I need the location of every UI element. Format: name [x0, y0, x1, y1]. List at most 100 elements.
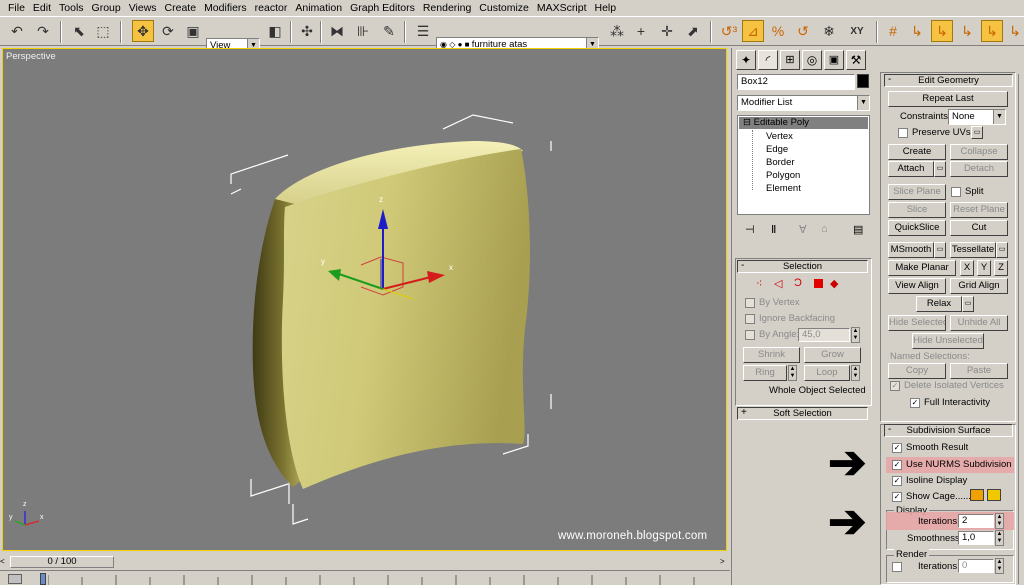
tessellate-settings-icon[interactable]: ▭	[996, 242, 1008, 258]
curve-editor-icon[interactable]: ⁂	[606, 20, 628, 42]
align-icon[interactable]: ⊪	[352, 20, 374, 42]
stack-item-editable-poly[interactable]: ⊟ Editable Poly	[739, 117, 868, 129]
loop-spinner[interactable]: ▲ ▼	[851, 365, 860, 381]
modify-tab-icon[interactable]: ◜	[758, 50, 778, 70]
view-align-button[interactable]: View Align	[888, 278, 946, 294]
collapse-button[interactable]: Collapse	[950, 144, 1008, 160]
msmooth-button[interactable]: MSmooth	[888, 242, 934, 258]
attach-settings-icon[interactable]: ▭	[934, 161, 946, 177]
select-region-icon[interactable]: ⬚	[92, 20, 114, 42]
configure-sets-icon[interactable]: ▤	[853, 223, 863, 236]
make-planar-button[interactable]: Make Planar	[888, 260, 956, 276]
cut-button[interactable]: Cut	[950, 220, 1008, 236]
show-end-result-icon[interactable]: Ⅱ	[771, 223, 776, 236]
smooth-result-checkbox[interactable]: ✓	[892, 443, 902, 453]
xy-constraint-icon[interactable]: XY	[846, 20, 868, 42]
object-name-field[interactable]: Box12	[737, 74, 855, 90]
slider-left-icon[interactable]: <	[0, 557, 5, 566]
preserve-uvs-checkbox[interactable]	[898, 128, 908, 138]
planar-y-button[interactable]: Y	[977, 260, 991, 276]
grid-align-button[interactable]: Grid Align	[950, 278, 1008, 294]
polygon-mode-icon[interactable]	[814, 279, 823, 288]
isoline-display-checkbox[interactable]: ✓	[892, 476, 902, 486]
pin-stack-icon[interactable]: ⊣	[745, 223, 755, 236]
delete-isolated-checkbox[interactable]: ✓	[890, 381, 900, 391]
constraints-dropdown[interactable]: None ▼	[948, 109, 1006, 125]
border-mode-icon[interactable]: Ɔ	[794, 277, 802, 289]
snap-edge-icon[interactable]: ↳	[931, 20, 953, 42]
motion-tab-icon[interactable]: ◎	[802, 50, 822, 70]
perspective-viewport[interactable]: Perspective z x y z x y www.moroneh.blog…	[2, 48, 727, 551]
menu-rendering[interactable]: Rendering	[419, 0, 475, 16]
stack-item-border[interactable]: Border	[766, 157, 795, 168]
slider-right-icon[interactable]: >	[720, 557, 725, 566]
ring-button[interactable]: Ring	[743, 365, 787, 381]
loop-button[interactable]: Loop	[804, 365, 850, 381]
smoothness-input[interactable]: 1,0	[958, 531, 994, 545]
unhide-all-button[interactable]: Unhide All	[950, 315, 1008, 331]
snap-face-icon[interactable]: ↳	[956, 20, 978, 42]
stack-item-element[interactable]: Element	[766, 183, 801, 194]
hide-unselected-button[interactable]: Hide Unselected	[912, 333, 984, 349]
detach-button[interactable]: Detach	[950, 161, 1008, 177]
cage-color-1-swatch[interactable]	[970, 489, 984, 501]
mirror-icon[interactable]: ⧓	[326, 20, 348, 42]
named-selection-icon[interactable]: ✎	[378, 20, 400, 42]
msmooth-settings-icon[interactable]: ▭	[934, 242, 946, 258]
menu-group[interactable]: Group	[88, 0, 125, 16]
shrink-button[interactable]: Shrink	[743, 347, 800, 363]
redo-icon[interactable]: ↷	[32, 20, 54, 42]
reset-plane-button[interactable]: Reset Plane	[950, 202, 1008, 218]
select-manipulate-icon[interactable]: ✣	[296, 20, 318, 42]
make-unique-icon[interactable]: ∀	[799, 223, 807, 236]
menu-maxscript[interactable]: MAXScript	[533, 0, 591, 16]
select-move-icon[interactable]: ✥	[132, 20, 154, 42]
slice-button[interactable]: Slice	[888, 202, 946, 218]
quickslice-button[interactable]: QuickSlice	[888, 220, 946, 236]
full-interactivity-checkbox[interactable]: ✓	[910, 398, 920, 408]
selection-rollout-header[interactable]: - Selection	[737, 260, 868, 273]
menu-reactor[interactable]: reactor	[251, 0, 292, 16]
tessellate-button[interactable]: Tessellate	[950, 242, 996, 258]
repeat-last-button[interactable]: Repeat Last	[888, 91, 1008, 107]
modifier-list-dropdown[interactable]: Modifier List ▼	[737, 95, 870, 111]
relax-button[interactable]: Relax	[916, 296, 962, 312]
paste-button[interactable]: Paste	[950, 363, 1008, 379]
pivot-center-icon[interactable]: ◧	[264, 20, 286, 42]
ignore-backfacing-checkbox[interactable]	[745, 314, 755, 324]
spinner-snap-icon[interactable]: ↺	[792, 20, 814, 42]
select-scale-icon[interactable]: ▣	[182, 20, 204, 42]
grow-button[interactable]: Grow	[804, 347, 861, 363]
create-button[interactable]: Create	[888, 144, 946, 160]
relax-settings-icon[interactable]: ▭	[962, 296, 974, 312]
stack-item-edge[interactable]: Edge	[766, 144, 788, 155]
snap-pivot-icon[interactable]: ↳	[981, 20, 1003, 42]
percent-snap-icon[interactable]: %	[767, 20, 789, 42]
subdivision-surface-header[interactable]: - Subdivision Surface	[884, 424, 1013, 437]
menu-file[interactable]: File	[4, 0, 29, 16]
select-rotate-icon[interactable]: ⟳	[157, 20, 179, 42]
planar-z-button[interactable]: Z	[994, 260, 1008, 276]
by-vertex-checkbox[interactable]	[745, 298, 755, 308]
display-tab-icon[interactable]: ▣	[824, 50, 844, 70]
time-slider-thumb[interactable]: 0 / 100	[10, 556, 114, 568]
select-object-icon[interactable]: ⬉	[68, 20, 90, 42]
panel-scrollbar[interactable]	[1018, 74, 1023, 584]
element-mode-icon[interactable]: ◆	[830, 277, 838, 290]
by-angle-checkbox[interactable]	[745, 330, 755, 340]
menu-create[interactable]: Create	[161, 0, 201, 16]
add-icon[interactable]: +	[630, 20, 652, 42]
edit-geometry-header[interactable]: - Edit Geometry	[884, 74, 1013, 87]
snap-vertex-icon[interactable]: ↳	[906, 20, 928, 42]
stack-item-vertex[interactable]: Vertex	[766, 131, 793, 142]
pointer-icon[interactable]: ⬈	[682, 20, 704, 42]
menu-customize[interactable]: Customize	[475, 0, 533, 16]
cage-color-2-swatch[interactable]	[987, 489, 1001, 501]
edge-mode-icon[interactable]: ◁	[774, 277, 782, 290]
menu-help[interactable]: Help	[591, 0, 621, 16]
iterations-input[interactable]: 2	[958, 514, 994, 528]
hide-selected-button[interactable]: Hide Selected	[888, 315, 946, 331]
soft-selection-rollout-header[interactable]: + Soft Selection	[737, 407, 868, 420]
snap-center-icon[interactable]: ↳	[1004, 20, 1024, 42]
preserve-uvs-settings-icon[interactable]: ▭	[971, 126, 983, 139]
